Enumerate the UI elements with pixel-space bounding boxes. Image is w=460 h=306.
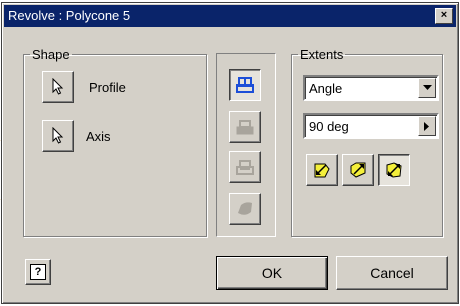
help-icon: ? [30, 264, 46, 280]
dialog-title: Revolve : Polycone 5 [8, 8, 131, 23]
axis-select-button[interactable] [42, 120, 74, 152]
chevron-right-icon [424, 121, 429, 131]
extents-type-dropdown[interactable]: Angle [303, 75, 439, 101]
axis-label: Axis [86, 129, 111, 144]
extents-type-value: Angle [309, 81, 343, 96]
profile-label: Profile [89, 80, 126, 95]
direction-1-icon [314, 163, 330, 178]
help-button[interactable]: ? [25, 259, 51, 285]
cursor-select-icon [52, 127, 64, 144]
title-bar[interactable]: Revolve : Polycone 5 × [4, 5, 456, 27]
extents-dropdown-button[interactable] [418, 78, 436, 98]
shape-legend: Shape [32, 47, 70, 62]
angle-menu-button[interactable] [418, 116, 436, 136]
extents-legend: Extents [300, 47, 344, 62]
cut-icon [236, 120, 254, 135]
close-button[interactable]: × [435, 8, 453, 24]
intersect-icon [236, 160, 254, 175]
surface-button[interactable] [229, 193, 261, 225]
surface-icon [238, 202, 252, 215]
cancel-button[interactable]: Cancel [336, 256, 448, 290]
direction-2-icon [350, 162, 366, 178]
cut-button[interactable] [229, 111, 261, 143]
join-button[interactable] [229, 69, 261, 101]
symmetric-button[interactable] [378, 154, 410, 186]
profile-select-button[interactable] [42, 71, 74, 103]
revolve-dialog: Revolve : Polycone 5 × Shape Profile Axi… [1, 2, 459, 304]
angle-field[interactable]: 90 deg [303, 113, 439, 139]
ok-label: OK [261, 265, 283, 281]
symmetric-icon [386, 162, 402, 178]
angle-value: 90 deg [309, 119, 349, 134]
ok-button[interactable]: OK [216, 256, 328, 290]
intersect-button[interactable] [229, 151, 261, 183]
chevron-down-icon [422, 85, 432, 90]
cursor-select-icon [52, 78, 64, 95]
join-icon [236, 77, 254, 93]
help-glyph: ? [34, 266, 42, 278]
cancel-label: Cancel [370, 265, 414, 281]
direction-2-button[interactable] [342, 154, 374, 186]
direction-1-button[interactable] [306, 154, 338, 186]
